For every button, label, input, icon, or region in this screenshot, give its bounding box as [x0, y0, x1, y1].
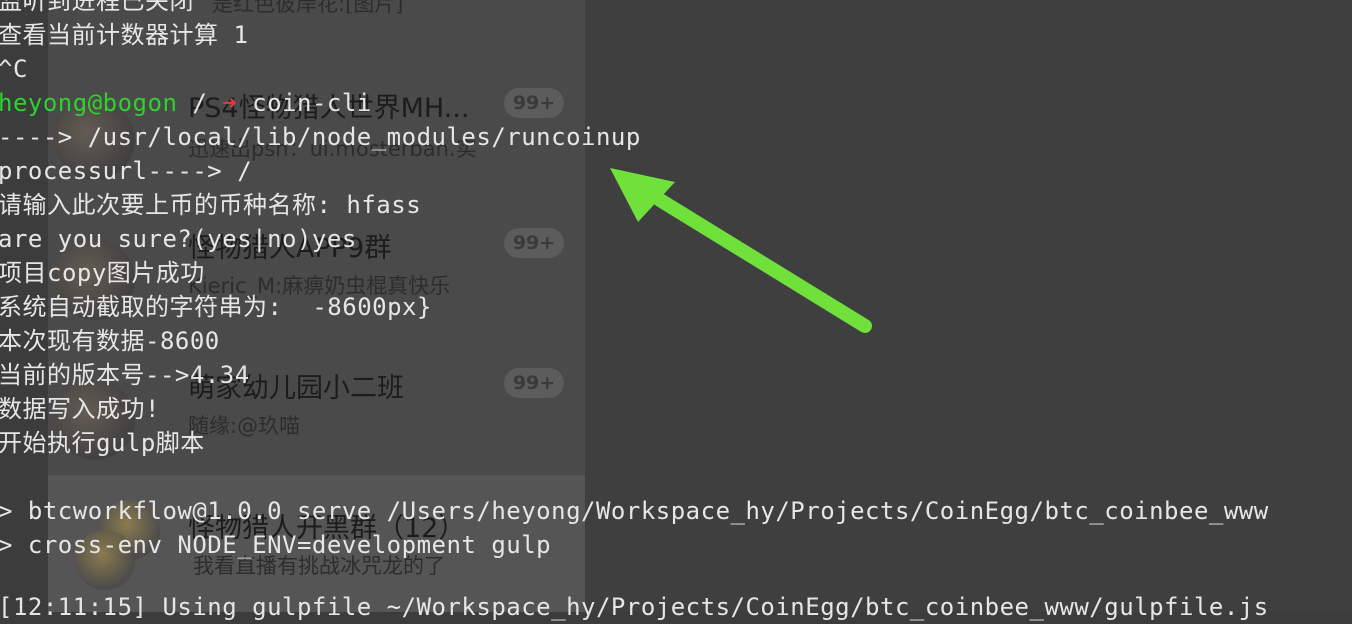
prompt-path: /: [177, 89, 223, 117]
terminal-line: 数据写入成功!: [0, 395, 160, 423]
terminal-line: 监听到进程已关闭: [0, 0, 194, 15]
arrow-pointer-icon: [610, 168, 872, 333]
prompt-command: coin-cli: [237, 89, 372, 117]
terminal-line: ----> /usr/local/lib/node_modules/runcoi…: [0, 123, 641, 151]
terminal-line: 项目copy图片成功: [0, 259, 205, 287]
terminal-line: [12:11:15] Using gulpfile ~/Workspace_hy…: [0, 593, 1269, 621]
terminal-prompt-line: heyong@bogon / ➜ coin-cli: [0, 86, 372, 120]
terminal-line: are you sure?(yes|no)yes: [0, 225, 357, 253]
terminal-line: 开始执行gulp脚本: [0, 429, 205, 457]
arrow-head: [610, 168, 675, 222]
prompt-arrow-icon: ➜: [222, 89, 238, 117]
terminal-line: 请输入此次要上币的币种名称: hfass: [0, 191, 422, 219]
arrow-shaft: [653, 193, 872, 333]
terminal-line: > btcworkflow@1.0.0 serve /Users/heyong/…: [0, 497, 1269, 525]
prompt-user: heyong@bogon: [0, 89, 178, 117]
terminal-line: > cross-env NODE_ENV=development gulp: [0, 531, 552, 559]
terminal-line: 本次现有数据-8600: [0, 327, 220, 355]
terminal-line: processurl----> /: [0, 157, 253, 185]
terminal-line: 系统自动截取的字符串为: -8600px}: [0, 293, 432, 321]
terminal-line: 查看当前计数器计算 1: [0, 21, 249, 49]
terminal-line: 当前的版本号-->4.34: [0, 361, 250, 389]
terminal-line: ^C: [0, 55, 28, 83]
